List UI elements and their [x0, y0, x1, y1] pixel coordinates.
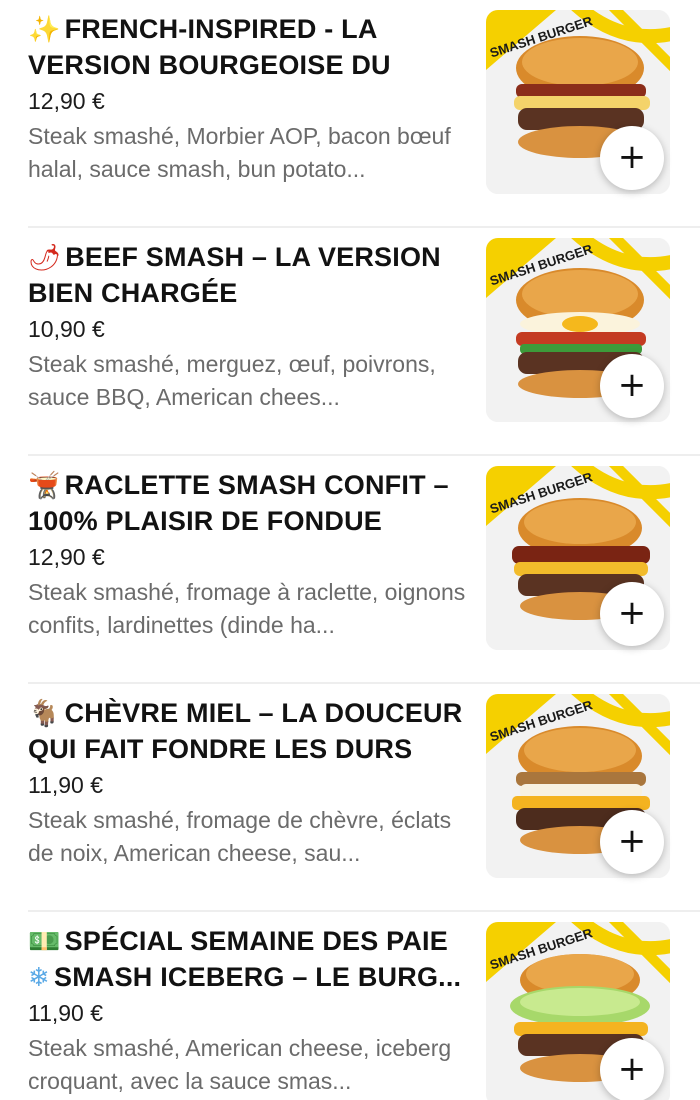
- goat-icon: 🐐: [28, 699, 61, 729]
- menu-item-title: 🐐 CHÈVRE MIEL – LA DOUCEUR QUI FAIT FONDR…: [28, 698, 463, 764]
- add-to-cart-button[interactable]: +: [600, 126, 664, 190]
- menu-item[interactable]: 🐐 CHÈVRE MIEL – LA DOUCEUR QUI FAIT FONDR…: [0, 684, 700, 912]
- plus-icon: +: [617, 593, 647, 633]
- add-to-cart-button[interactable]: +: [600, 810, 664, 874]
- menu-item-title-part: SPÉCIAL SEMAINE DES PAIE: [64, 926, 448, 956]
- menu-item-price: 11,90 €: [28, 1000, 104, 1026]
- menu-item[interactable]: 🌶 BEEF SMASH – LA VERSION BIEN CHARGÉE 10…: [0, 228, 700, 456]
- menu-item-title: ✨ FRENCH-INSPIRED - LA VERSION BOURGEOISE…: [28, 14, 391, 80]
- chili-pepper-icon: 🌶: [28, 243, 62, 273]
- menu-item-text: 🌶 BEEF SMASH – LA VERSION BIEN CHARGÉE 10…: [28, 240, 473, 414]
- menu-item[interactable]: ✨ FRENCH-INSPIRED - LA VERSION BOURGEOISE…: [0, 0, 700, 228]
- menu-item-text: ✨ FRENCH-INSPIRED - LA VERSION BOURGEOISE…: [28, 12, 473, 186]
- menu-item-text: 🐐 CHÈVRE MIEL – LA DOUCEUR QUI FAIT FONDR…: [28, 696, 473, 870]
- menu-item-text: 💵 SPÉCIAL SEMAINE DES PAIE ❄ SMASH ICEBERG…: [28, 924, 473, 1098]
- menu-item-description: Steak smashé, fromage à raclette, oignon…: [28, 579, 466, 638]
- sparkles-icon: ✨: [28, 15, 61, 45]
- menu-item-title: 💵 SPÉCIAL SEMAINE DES PAIE ❄ SMASH ICEBERG…: [28, 924, 473, 994]
- menu-item[interactable]: 💵 SPÉCIAL SEMAINE DES PAIE ❄ SMASH ICEBERG…: [0, 912, 700, 1100]
- menu-item[interactable]: 🫕 RACLETTE SMASH CONFIT – 100% PLAISIR DE…: [0, 456, 700, 684]
- add-to-cart-button[interactable]: +: [600, 354, 664, 418]
- menu-item-title: 🫕 RACLETTE SMASH CONFIT – 100% PLAISIR DE…: [28, 470, 449, 536]
- menu-item-title: 🌶 BEEF SMASH – LA VERSION BIEN CHARGÉE: [28, 242, 441, 308]
- plus-icon: +: [617, 137, 647, 177]
- plus-icon: +: [617, 821, 647, 861]
- add-to-cart-button[interactable]: +: [600, 582, 664, 646]
- snowflake-icon: ❄: [28, 963, 50, 993]
- dollar-banknote-icon: 💵: [28, 927, 61, 957]
- menu-item-price: 10,90 €: [28, 316, 105, 342]
- menu-item-price: 12,90 €: [28, 88, 105, 114]
- menu-item-description: Steak smashé, merguez, œuf, poivrons, sa…: [28, 351, 436, 410]
- add-to-cart-button[interactable]: +: [600, 1038, 664, 1100]
- menu-item-list: ✨ FRENCH-INSPIRED - LA VERSION BOURGEOISE…: [0, 0, 700, 1100]
- menu-item-price: 12,90 €: [28, 544, 105, 570]
- menu-item-text: 🫕 RACLETTE SMASH CONFIT – 100% PLAISIR DE…: [28, 468, 473, 642]
- menu-item-title-part: SMASH ICEBERG – LE BURG...: [54, 962, 462, 992]
- plus-icon: +: [617, 365, 647, 405]
- menu-item-description: Steak smashé, Morbier AOP, bacon bœuf ha…: [28, 123, 451, 182]
- menu-item-description: Steak smashé, American cheese, iceberg c…: [28, 1035, 452, 1094]
- menu-item-price: 11,90 €: [28, 772, 104, 798]
- plus-icon: +: [617, 1049, 647, 1089]
- fondue-icon: 🫕: [28, 471, 61, 501]
- menu-item-description: Steak smashé, fromage de chèvre, éclats …: [28, 807, 452, 866]
